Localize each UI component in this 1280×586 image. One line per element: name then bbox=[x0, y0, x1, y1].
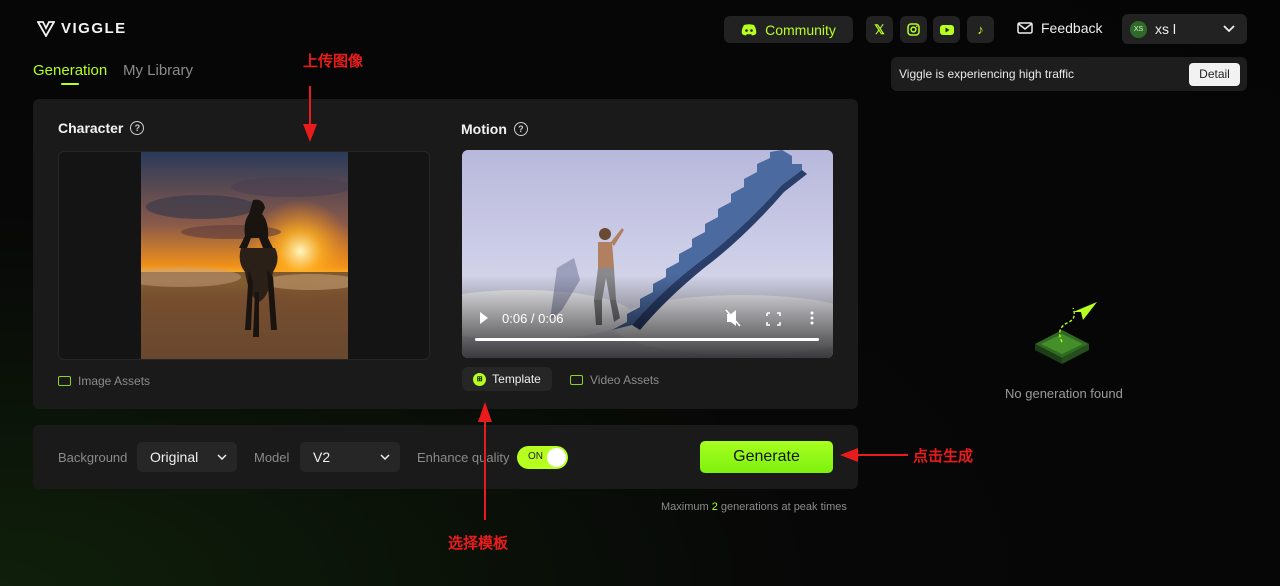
annotation-upload-image: 上传图像 bbox=[303, 53, 364, 70]
template-label: Template bbox=[492, 372, 541, 386]
tab-active-indicator bbox=[61, 83, 79, 85]
max-generations-note: Maximum 2 generations at peak times bbox=[661, 501, 847, 513]
image-assets-label: Image Assets bbox=[78, 374, 151, 388]
folder-icon bbox=[570, 375, 583, 385]
youtube-social-button[interactable] bbox=[933, 16, 960, 43]
no-generation-text: No generation found bbox=[1005, 386, 1123, 401]
tab-my-library[interactable]: My Library bbox=[123, 62, 193, 79]
character-section-title: Character ? bbox=[58, 120, 145, 136]
x-icon: 𝕏 bbox=[874, 21, 885, 37]
template-icon: ⊞ bbox=[473, 372, 487, 386]
motion-section-title: Motion ? bbox=[461, 121, 528, 137]
template-button[interactable]: ⊞ Template bbox=[462, 367, 552, 391]
youtube-icon bbox=[939, 24, 954, 35]
empty-state-icon bbox=[1035, 302, 1097, 364]
mail-icon bbox=[1017, 22, 1033, 34]
motion-video-player[interactable] bbox=[462, 150, 833, 358]
tiktok-icon: ♪ bbox=[977, 22, 984, 37]
video-assets-label: Video Assets bbox=[590, 373, 660, 387]
chevron-down-icon bbox=[380, 454, 390, 460]
character-image bbox=[141, 152, 348, 359]
image-assets-link[interactable]: Image Assets bbox=[58, 374, 150, 388]
instagram-social-button[interactable] bbox=[900, 16, 927, 43]
model-value: V2 bbox=[313, 449, 331, 465]
annotation-select-template: 选择模板 bbox=[448, 535, 509, 552]
video-progress-bar[interactable] bbox=[475, 338, 819, 341]
enhance-quality-label: Enhance quality bbox=[417, 450, 510, 465]
discord-icon bbox=[741, 23, 757, 35]
feedback-label: Feedback bbox=[1041, 20, 1103, 36]
arrow-left-icon bbox=[840, 448, 908, 462]
annotation-click-generate: 点击生成 bbox=[913, 448, 974, 465]
community-label: Community bbox=[765, 21, 836, 38]
toggle-knob bbox=[547, 448, 566, 467]
avatar: XS bbox=[1130, 20, 1147, 38]
toggle-state: ON bbox=[528, 451, 543, 462]
instagram-icon bbox=[907, 23, 920, 36]
x-social-button[interactable]: 𝕏 bbox=[866, 16, 893, 43]
character-title: Character bbox=[58, 120, 124, 136]
help-icon[interactable]: ? bbox=[513, 122, 528, 136]
feedback-link[interactable]: Feedback bbox=[1017, 20, 1102, 36]
background-label: Background bbox=[58, 450, 128, 465]
model-select[interactable]: V2 bbox=[300, 442, 400, 472]
traffic-banner: Viggle is experiencing high traffic Deta… bbox=[891, 57, 1247, 91]
arrow-up-icon bbox=[478, 402, 492, 520]
background-value: Original bbox=[150, 449, 199, 465]
chevron-down-icon bbox=[1223, 25, 1235, 33]
help-icon[interactable]: ? bbox=[130, 121, 145, 135]
user-name: xs l bbox=[1155, 21, 1176, 37]
community-button[interactable]: Community bbox=[724, 16, 853, 43]
folder-icon bbox=[58, 376, 71, 386]
video-time: 0:06 / 0:06 bbox=[502, 311, 564, 326]
chevron-down-icon bbox=[217, 454, 227, 460]
model-label: Model bbox=[254, 450, 290, 465]
tab-generation[interactable]: Generation bbox=[33, 62, 107, 79]
banner-text: Viggle is experiencing high traffic bbox=[899, 67, 1074, 81]
logo-text: VIGGLE bbox=[61, 20, 127, 37]
tiktok-social-button[interactable]: ♪ bbox=[967, 16, 994, 43]
viggle-logo-icon bbox=[37, 20, 55, 37]
motion-title: Motion bbox=[461, 121, 507, 137]
detail-button[interactable]: Detail bbox=[1189, 62, 1240, 86]
generate-button[interactable]: Generate bbox=[700, 441, 833, 473]
background-select[interactable]: Original bbox=[137, 442, 237, 472]
more-options-icon[interactable] bbox=[810, 311, 814, 325]
user-menu[interactable]: XS xs l bbox=[1122, 14, 1247, 44]
arrow-down-icon bbox=[303, 86, 317, 142]
viggle-logo[interactable]: VIGGLE bbox=[37, 20, 127, 37]
video-assets-link[interactable]: Video Assets bbox=[570, 373, 659, 387]
